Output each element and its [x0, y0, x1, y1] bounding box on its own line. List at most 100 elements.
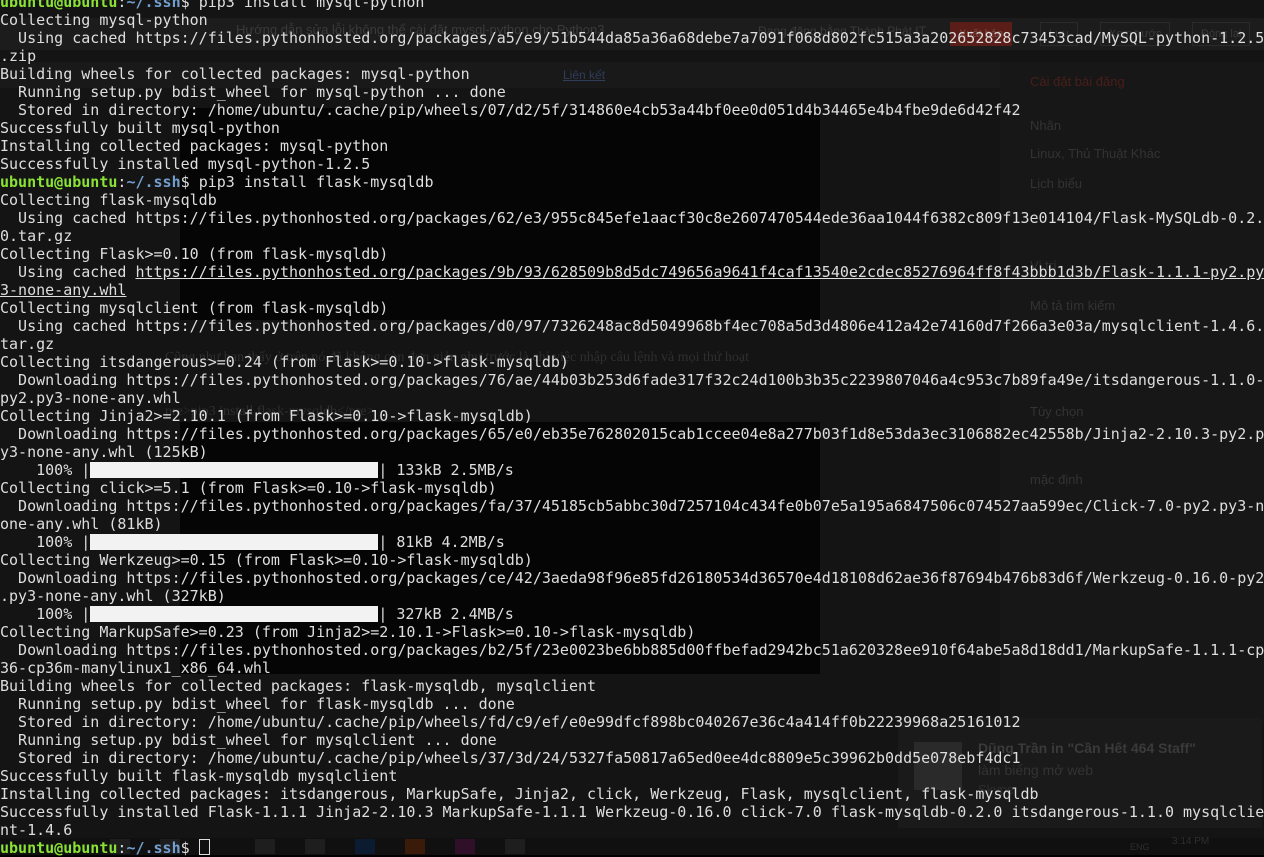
line-text: Installing collected packages: itsdanger…: [0, 785, 1039, 803]
line-text: Using cached https://files.pythonhosted.…: [0, 317, 1264, 335]
terminal-line: Successfully installed mysql-python-1.2.…: [0, 155, 1264, 173]
line-text: Using cached https://files.pythonhosted.…: [0, 29, 1264, 47]
line-text: Collecting Werkzeug>=0.15 (from Flask>=0…: [0, 551, 533, 569]
terminal-line: 36-cp36m-manylinux1_x86_64.whl: [0, 659, 1264, 677]
terminal-line: Stored in directory: /home/ubuntu/.cache…: [0, 749, 1264, 767]
line-text: Using cached https://files.pythonhosted.…: [0, 209, 1264, 227]
terminal-line: Using cached https://files.pythonhosted.…: [0, 29, 1264, 47]
progress-stats: | 327kB 2.4MB/s: [378, 605, 514, 623]
progress-stats: | 133kB 2.5MB/s: [378, 461, 514, 479]
prompt-user: ubuntu@ubuntu: [0, 839, 118, 857]
terminal-line: 100% | | 81kB 4.2MB/s: [0, 533, 1264, 551]
terminal-line: Collecting mysql-python: [0, 11, 1264, 29]
package-url-link[interactable]: https://files.pythonhosted.org/packages/…: [135, 263, 1264, 281]
line-text: Successfully installed Flask-1.1.1 Jinja…: [0, 803, 1264, 821]
terminal-line: Using cached https://files.pythonhosted.…: [0, 209, 1264, 227]
line-text: .py3-none-any.whl (327kB): [0, 587, 226, 605]
line-text: tar.gz: [0, 335, 55, 353]
terminal-line: y3-none-any.whl (125kB): [0, 443, 1264, 461]
line-text: Building wheels for collected packages: …: [0, 65, 470, 83]
line-text: nt-1.4.6: [0, 821, 73, 839]
line-text: Running setup.py bdist_wheel for mysqlcl…: [0, 731, 497, 749]
line-text: .zip: [0, 47, 37, 65]
terminal-line: ubuntu@ubuntu:~/.ssh$ pip3 install mysql…: [0, 0, 1264, 11]
terminal-line: 100% | | 327kB 2.4MB/s: [0, 605, 1264, 623]
line-text: Successfully built mysql-python: [0, 119, 280, 137]
progress-divider: |: [72, 605, 91, 623]
terminal-line: .zip: [0, 47, 1264, 65]
line-text: Downloading https://files.pythonhosted.o…: [0, 497, 1264, 515]
prompt-command: pip3 install mysql-python: [198, 0, 425, 11]
terminal-line: Collecting MarkupSafe>=0.23 (from Jinja2…: [0, 623, 1264, 641]
progress-percent: 100%: [0, 533, 73, 551]
terminal-line: 3-none-any.whl: [0, 281, 1264, 299]
terminal-line: Stored in directory: /home/ubuntu/.cache…: [0, 713, 1264, 731]
line-text: Collecting Jinja2>=2.10.1 (from Flask>=0…: [0, 407, 533, 425]
terminal-line: Collecting Flask>=0.10 (from flask-mysql…: [0, 245, 1264, 263]
terminal-line: Successfully installed Flask-1.1.1 Jinja…: [0, 803, 1264, 821]
line-text: Downloading https://files.pythonhosted.o…: [0, 641, 1264, 659]
terminal-line: 0.tar.gz: [0, 227, 1264, 245]
terminal-line: Running setup.py bdist_wheel for flask-m…: [0, 695, 1264, 713]
line-text: Successfully built flask-mysqldb mysqlcl…: [0, 767, 398, 785]
line-text: Collecting flask-mysqldb: [0, 191, 217, 209]
progress-divider: |: [72, 461, 91, 479]
terminal-line: Collecting Werkzeug>=0.15 (from Flask>=0…: [0, 551, 1264, 569]
terminal-line: nt-1.4.6: [0, 821, 1264, 839]
line-text: Collecting Flask>=0.10 (from flask-mysql…: [0, 245, 389, 263]
line-text: Installing collected packages: mysql-pyt…: [0, 137, 389, 155]
line-text: Collecting click>=5.1 (from Flask>=0.10-…: [0, 479, 497, 497]
terminal-line: Building wheels for collected packages: …: [0, 65, 1264, 83]
terminal-line: tar.gz: [0, 335, 1264, 353]
prompt-path: ~/.ssh: [126, 839, 181, 857]
terminal-line: ubuntu@ubuntu:~/.ssh$: [0, 839, 1264, 857]
terminal-line: .py3-none-any.whl (327kB): [0, 587, 1264, 605]
line-text: Downloading https://files.pythonhosted.o…: [0, 371, 1264, 389]
line-text: py2.py3-none-any.whl: [0, 389, 181, 407]
line-prefix: Using cached: [0, 263, 136, 281]
terminal-line: Using cached https://files.pythonhosted.…: [0, 317, 1264, 335]
progress-percent: 100%: [0, 605, 73, 623]
terminal-line: Downloading https://files.pythonhosted.o…: [0, 569, 1264, 587]
terminal-line: Collecting Jinja2>=2.10.1 (from Flask>=0…: [0, 407, 1264, 425]
prompt-symbol: $: [180, 839, 199, 857]
line-text: y3-none-any.whl (125kB): [0, 443, 208, 461]
terminal-line: ubuntu@ubuntu:~/.ssh$ pip3 install flask…: [0, 173, 1264, 191]
line-text: Collecting MarkupSafe>=0.23 (from Jinja2…: [0, 623, 696, 641]
line-text: 36-cp36m-manylinux1_x86_64.whl: [0, 659, 271, 677]
line-text: Successfully installed mysql-python-1.2.…: [0, 155, 371, 173]
line-text: Stored in directory: /home/ubuntu/.cache…: [0, 101, 1021, 119]
cursor-block: [198, 839, 210, 855]
line-text: 0.tar.gz: [0, 227, 73, 245]
terminal-line: Downloading https://files.pythonhosted.o…: [0, 497, 1264, 515]
terminal-line: Using cached https://files.pythonhosted.…: [0, 263, 1264, 281]
terminal-line: Downloading https://files.pythonhosted.o…: [0, 425, 1264, 443]
prompt-command: pip3 install flask-mysqldb: [198, 173, 434, 191]
terminal-line: Collecting click>=5.1 (from Flask>=0.10-…: [0, 479, 1264, 497]
line-text: one-any.whl (81kB): [0, 515, 163, 533]
terminal-line: Installing collected packages: mysql-pyt…: [0, 137, 1264, 155]
line-text: Collecting mysql-python: [0, 11, 208, 29]
line-text: Downloading https://files.pythonhosted.o…: [0, 425, 1264, 443]
terminal-line: Successfully built flask-mysqldb mysqlcl…: [0, 767, 1264, 785]
prompt-symbol: $: [180, 0, 199, 11]
prompt-symbol: $: [180, 173, 199, 191]
prompt-path: ~/.ssh: [126, 0, 181, 11]
prompt-user: ubuntu@ubuntu: [0, 173, 118, 191]
progress-percent: 100%: [0, 461, 73, 479]
terminal-line: Running setup.py bdist_wheel for mysql-p…: [0, 83, 1264, 101]
terminal-output[interactable]: ubuntu@ubuntu:~/.ssh$ pip3 install mysql…: [0, 0, 1264, 857]
line-text: Downloading https://files.pythonhosted.o…: [0, 569, 1264, 587]
terminal-line: Downloading https://files.pythonhosted.o…: [0, 371, 1264, 389]
progress-bar: [90, 534, 379, 550]
terminal-line: Collecting itsdangerous>=0.24 (from Flas…: [0, 353, 1264, 371]
progress-bar: [90, 462, 379, 478]
line-text: Stored in directory: /home/ubuntu/.cache…: [0, 749, 1021, 767]
terminal-line: Building wheels for collected packages: …: [0, 677, 1264, 695]
progress-bar: [90, 606, 379, 622]
terminal-line: Downloading https://files.pythonhosted.o…: [0, 641, 1264, 659]
terminal-line: 100% | | 133kB 2.5MB/s: [0, 461, 1264, 479]
line-text: Stored in directory: /home/ubuntu/.cache…: [0, 713, 1021, 731]
package-url-link[interactable]: 3-none-any.whl: [0, 281, 126, 299]
terminal-line: Running setup.py bdist_wheel for mysqlcl…: [0, 731, 1264, 749]
